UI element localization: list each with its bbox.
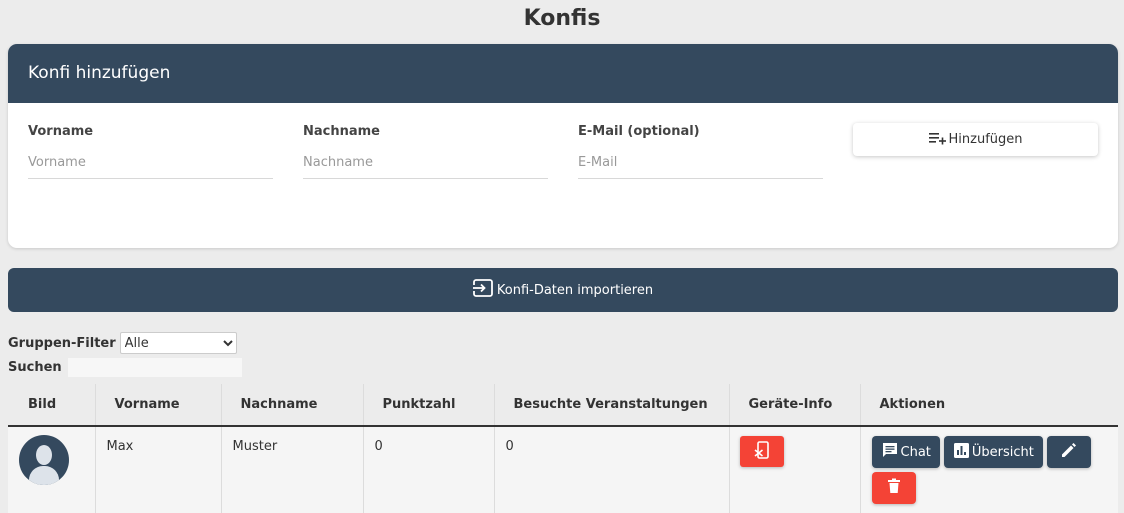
phone-off-icon <box>754 441 770 462</box>
overview-button-label: Übersicht <box>971 444 1034 460</box>
device-info-button[interactable] <box>739 436 784 467</box>
search-input[interactable] <box>67 358 242 377</box>
search-row: Suchen <box>8 358 242 377</box>
email-field-group: E-Mail (optional) <box>578 124 823 179</box>
search-label: Suchen <box>8 360 62 375</box>
device-info-cell <box>729 426 861 513</box>
column-header-geraete-info[interactable]: Geräte-Info <box>729 384 861 427</box>
firstname-label: Vorname <box>28 124 94 139</box>
avatar <box>19 435 69 485</box>
group-filter-label: Gruppen-Filter <box>8 335 116 351</box>
add-konfi-card: Konfi hinzufügen Vorname Nachname E-Mail… <box>8 44 1118 248</box>
lastname-label: Nachname <box>303 124 381 139</box>
delete-button[interactable] <box>871 472 916 504</box>
actions-group: Chat Übersicht <box>871 436 1112 504</box>
punktzahl-cell: 0 <box>363 426 495 513</box>
email-label: E-Mail (optional) <box>578 124 700 139</box>
group-filter-row: Gruppen-Filter Alle <box>8 332 237 354</box>
table-header-row: Bild Vorname Nachname Punktzahl Besuchte… <box>8 384 1118 427</box>
trash-icon <box>887 478 901 498</box>
lastname-input[interactable] <box>303 152 548 179</box>
lastname-field-group: Nachname <box>303 124 548 179</box>
avatar-head <box>36 445 52 465</box>
actions-cell: Chat Übersicht <box>860 426 1118 513</box>
import-konfi-data-button[interactable]: Konfi-Daten importieren <box>8 268 1118 312</box>
column-header-aktionen[interactable]: Aktionen <box>860 384 1118 427</box>
add-konfi-header: Konfi hinzufügen <box>8 44 1118 103</box>
group-filter-select[interactable]: Alle <box>119 332 237 354</box>
chat-icon <box>881 441 899 463</box>
email-input[interactable] <box>578 152 823 179</box>
column-header-punktzahl[interactable]: Punktzahl <box>363 384 495 427</box>
vorname-cell: Max <box>95 426 222 513</box>
avatar-body <box>29 466 59 485</box>
column-header-vorname[interactable]: Vorname <box>95 384 222 427</box>
photo-cell <box>8 426 96 513</box>
page-title: Konfis <box>523 6 601 31</box>
table-row: Max Muster 0 0 Chat Übersicht <box>8 426 1118 513</box>
chat-button[interactable]: Chat <box>871 436 940 468</box>
bar-chart-icon <box>953 442 970 463</box>
konfi-table: Bild Vorname Nachname Punktzahl Besuchte… <box>8 384 1118 513</box>
chat-button-label: Chat <box>900 444 931 460</box>
add-konfi-button-label: Hinzufügen <box>948 132 1023 147</box>
add-konfi-button[interactable]: Hinzufügen <box>853 123 1098 156</box>
column-header-veranstaltungen[interactable]: Besuchte Veranstaltungen <box>494 384 730 427</box>
import-konfi-data-label: Konfi-Daten importieren <box>496 282 654 298</box>
pencil-icon <box>1060 441 1078 463</box>
firstname-input[interactable] <box>28 152 273 179</box>
veranstaltungen-cell: 0 <box>494 426 730 513</box>
firstname-field-group: Vorname <box>28 124 273 179</box>
playlist-add-icon <box>928 131 947 149</box>
column-header-nachname[interactable]: Nachname <box>221 384 364 427</box>
import-icon <box>472 279 493 301</box>
column-header-bild[interactable]: Bild <box>8 384 96 427</box>
overview-button[interactable]: Übersicht <box>943 436 1043 468</box>
edit-button[interactable] <box>1046 436 1091 468</box>
nachname-cell: Muster <box>221 426 364 513</box>
